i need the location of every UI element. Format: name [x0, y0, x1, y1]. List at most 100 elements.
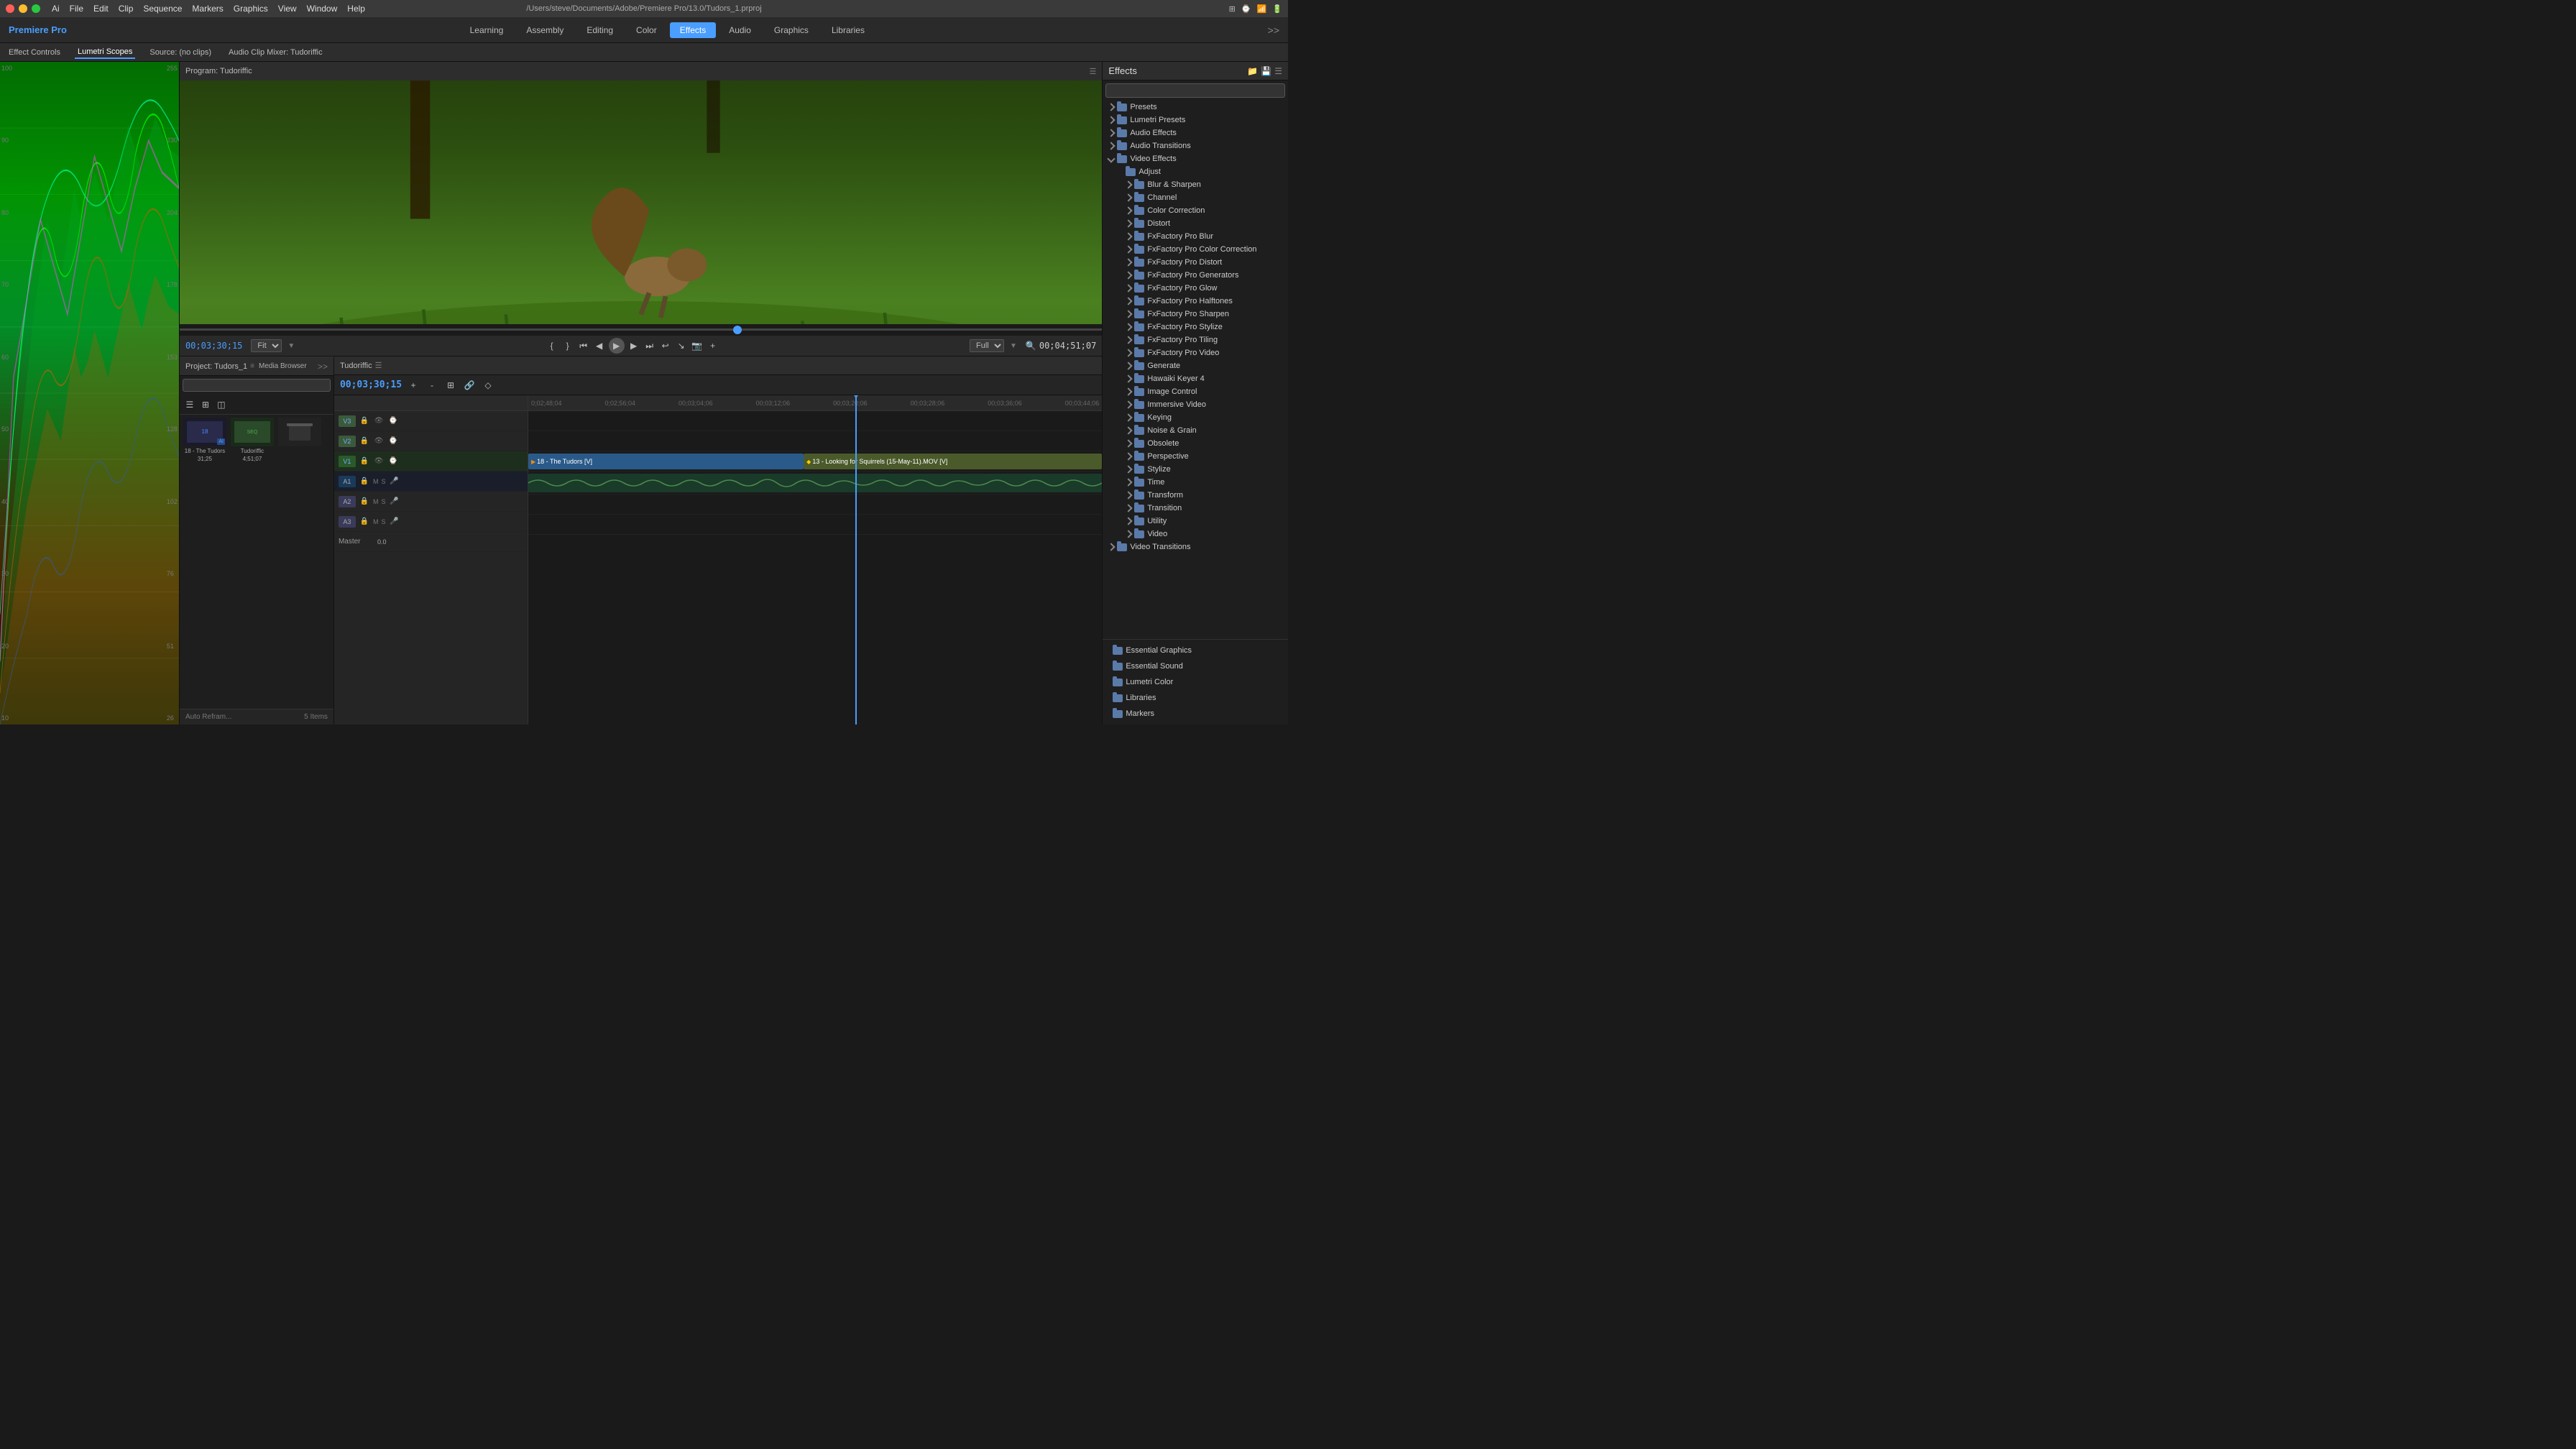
clip-v1-squirrels[interactable]: ◆ 13 - Looking for Squirrels (15-May-11)…	[804, 454, 1102, 469]
effects-item-perspective[interactable]: Perspective	[1103, 450, 1288, 463]
tab-libraries[interactable]: Libraries	[822, 22, 875, 38]
v1-sync[interactable]: ⌚	[387, 456, 399, 467]
project-item-bin[interactable]	[277, 418, 322, 462]
effects-item-utility[interactable]: Utility	[1103, 515, 1288, 528]
close-button[interactable]	[6, 4, 14, 13]
effects-item-video-effects[interactable]: Video Effects	[1103, 152, 1288, 165]
a2-lock[interactable]: 🔒	[359, 496, 370, 507]
tab-audio-clip-mixer[interactable]: Audio Clip Mixer: Tudoriffic	[226, 47, 326, 58]
effects-item-keying[interactable]: Keying	[1103, 411, 1288, 424]
add-track-button[interactable]: +	[406, 378, 420, 392]
effects-item-transition[interactable]: Transition	[1103, 502, 1288, 515]
menu-ai[interactable]: Ai	[52, 4, 60, 14]
effects-item-distort[interactable]: Distort	[1103, 217, 1288, 230]
effects-item-generate[interactable]: Generate	[1103, 359, 1288, 372]
markers-item[interactable]: Markers	[1108, 707, 1282, 720]
v3-eye[interactable]: 👁	[373, 415, 385, 427]
more-tabs-button[interactable]: >>	[1268, 24, 1279, 36]
snapping-button[interactable]: ⊞	[443, 378, 458, 392]
effects-item-fxfactory-sharpen[interactable]: FxFactory Pro Sharpen	[1103, 308, 1288, 321]
project-item-tudors[interactable]: 18 AI 18 - The Tudors 31;25	[183, 418, 227, 462]
settings-button[interactable]: +	[707, 339, 719, 352]
clip-v1-tudors[interactable]: ▶ 18 - The Tudors [V]	[528, 454, 804, 469]
effects-item-audio-transitions[interactable]: Audio Transitions	[1103, 139, 1288, 152]
step-back-button[interactable]: ◀	[593, 339, 606, 352]
menu-file[interactable]: File	[70, 4, 83, 14]
project-expand-icon[interactable]: >>	[318, 362, 328, 372]
effects-item-fxfactory-blur[interactable]: FxFactory Pro Blur	[1103, 230, 1288, 243]
tab-source[interactable]: Source: (no clips)	[147, 47, 214, 58]
effects-item-fxfactory-tiling[interactable]: FxFactory Pro Tiling	[1103, 334, 1288, 346]
zoom-icon[interactable]: 🔍	[1026, 341, 1036, 351]
tab-effect-controls[interactable]: Effect Controls	[6, 47, 63, 58]
tab-color[interactable]: Color	[626, 22, 667, 38]
linked-button[interactable]: 🔗	[462, 378, 477, 392]
insert-button[interactable]: ↩	[659, 339, 672, 352]
essential-graphics-item[interactable]: Essential Graphics	[1108, 644, 1282, 657]
project-item-tudoriffic[interactable]: SEQ Tudoriffic 4;51;07	[230, 418, 275, 462]
v2-lock[interactable]: 🔒	[359, 436, 370, 447]
effects-item-adjust[interactable]: Adjust	[1103, 165, 1288, 178]
effects-menu-btn[interactable]: ☰	[1274, 66, 1282, 76]
export-frame-button[interactable]: 📷	[691, 339, 704, 352]
effects-item-video-transitions[interactable]: Video Transitions	[1103, 540, 1288, 553]
effects-item-color-correction[interactable]: Color Correction	[1103, 204, 1288, 217]
monitor-timebar[interactable]	[180, 324, 1102, 336]
effects-item-obsolete[interactable]: Obsolete	[1103, 437, 1288, 450]
go-to-in-button[interactable]: ⏮	[577, 339, 590, 352]
minimize-button[interactable]	[19, 4, 27, 13]
mark-in-button[interactable]: {	[546, 339, 558, 352]
monitor-fit-select[interactable]: Fit	[251, 339, 282, 352]
effects-item-fxfactory-video[interactable]: FxFactory Pro Video	[1103, 346, 1288, 359]
effects-item-channel[interactable]: Channel	[1103, 191, 1288, 204]
v3-sync[interactable]: ⌚	[387, 415, 399, 427]
menu-sequence[interactable]: Sequence	[143, 4, 182, 14]
effects-item-fxfactory-generators[interactable]: FxFactory Pro Generators	[1103, 269, 1288, 282]
effects-item-lumetri-presets[interactable]: Lumetri Presets	[1103, 114, 1288, 126]
a3-lock[interactable]: 🔒	[359, 516, 370, 528]
libraries-item[interactable]: Libraries	[1108, 691, 1282, 704]
v1-eye[interactable]: 👁	[373, 456, 385, 467]
quality-chevron[interactable]: ▼	[1010, 342, 1017, 350]
mark-out-button[interactable]: }	[561, 339, 574, 352]
a1-mic[interactable]: 🎤	[388, 476, 400, 487]
project-search-input[interactable]	[183, 379, 331, 392]
menu-view[interactable]: View	[278, 4, 297, 14]
v2-eye[interactable]: 👁	[373, 436, 385, 447]
project-list-view[interactable]: ☰	[183, 397, 197, 412]
timeline-menu-icon[interactable]: ☰	[375, 361, 382, 370]
effects-item-fxfactory-halftones[interactable]: FxFactory Pro Halftones	[1103, 295, 1288, 308]
remove-track-button[interactable]: -	[425, 378, 439, 392]
effects-item-noise-grain[interactable]: Noise & Grain	[1103, 424, 1288, 437]
tab-lumetri-scopes[interactable]: Lumetri Scopes	[75, 46, 135, 59]
maximize-button[interactable]	[32, 4, 40, 13]
effects-item-hawaiki[interactable]: Hawaiki Keyer 4	[1103, 372, 1288, 385]
v3-lock[interactable]: 🔒	[359, 415, 370, 427]
media-browser-tab[interactable]: Media Browser	[259, 362, 307, 370]
effects-item-fxfactory-color[interactable]: FxFactory Pro Color Correction	[1103, 243, 1288, 256]
tab-graphics[interactable]: Graphics	[764, 22, 819, 38]
effects-new-folder-btn[interactable]: 📁	[1247, 66, 1258, 76]
lumetri-color-item[interactable]: Lumetri Color	[1108, 676, 1282, 689]
effects-item-stylize[interactable]: Stylize	[1103, 463, 1288, 476]
effects-item-image-control[interactable]: Image Control	[1103, 385, 1288, 398]
effects-item-presets[interactable]: Presets	[1103, 101, 1288, 114]
markers-button[interactable]: ◇	[481, 378, 495, 392]
menu-window[interactable]: Window	[307, 4, 338, 14]
a3-mic[interactable]: 🎤	[388, 516, 400, 528]
a1-lock[interactable]: 🔒	[359, 476, 370, 487]
play-button[interactable]: ▶	[609, 338, 625, 354]
monitor-menu-icon[interactable]: ☰	[1089, 67, 1096, 76]
step-forward-button[interactable]: ▶	[627, 339, 640, 352]
effects-search-input[interactable]	[1105, 83, 1285, 98]
menu-edit[interactable]: Edit	[93, 4, 109, 14]
effects-item-video[interactable]: Video	[1103, 528, 1288, 540]
effects-item-fxfactory-stylize[interactable]: FxFactory Pro Stylize	[1103, 321, 1288, 334]
effects-item-transform[interactable]: Transform	[1103, 489, 1288, 502]
monitor-quality-select[interactable]: Full	[970, 339, 1004, 352]
effects-item-blur-sharpen[interactable]: Blur & Sharpen	[1103, 178, 1288, 191]
menu-clip[interactable]: Clip	[119, 4, 134, 14]
effects-item-fxfactory-glow[interactable]: FxFactory Pro Glow	[1103, 282, 1288, 295]
tab-learning[interactable]: Learning	[460, 22, 514, 38]
v2-sync[interactable]: ⌚	[387, 436, 399, 447]
